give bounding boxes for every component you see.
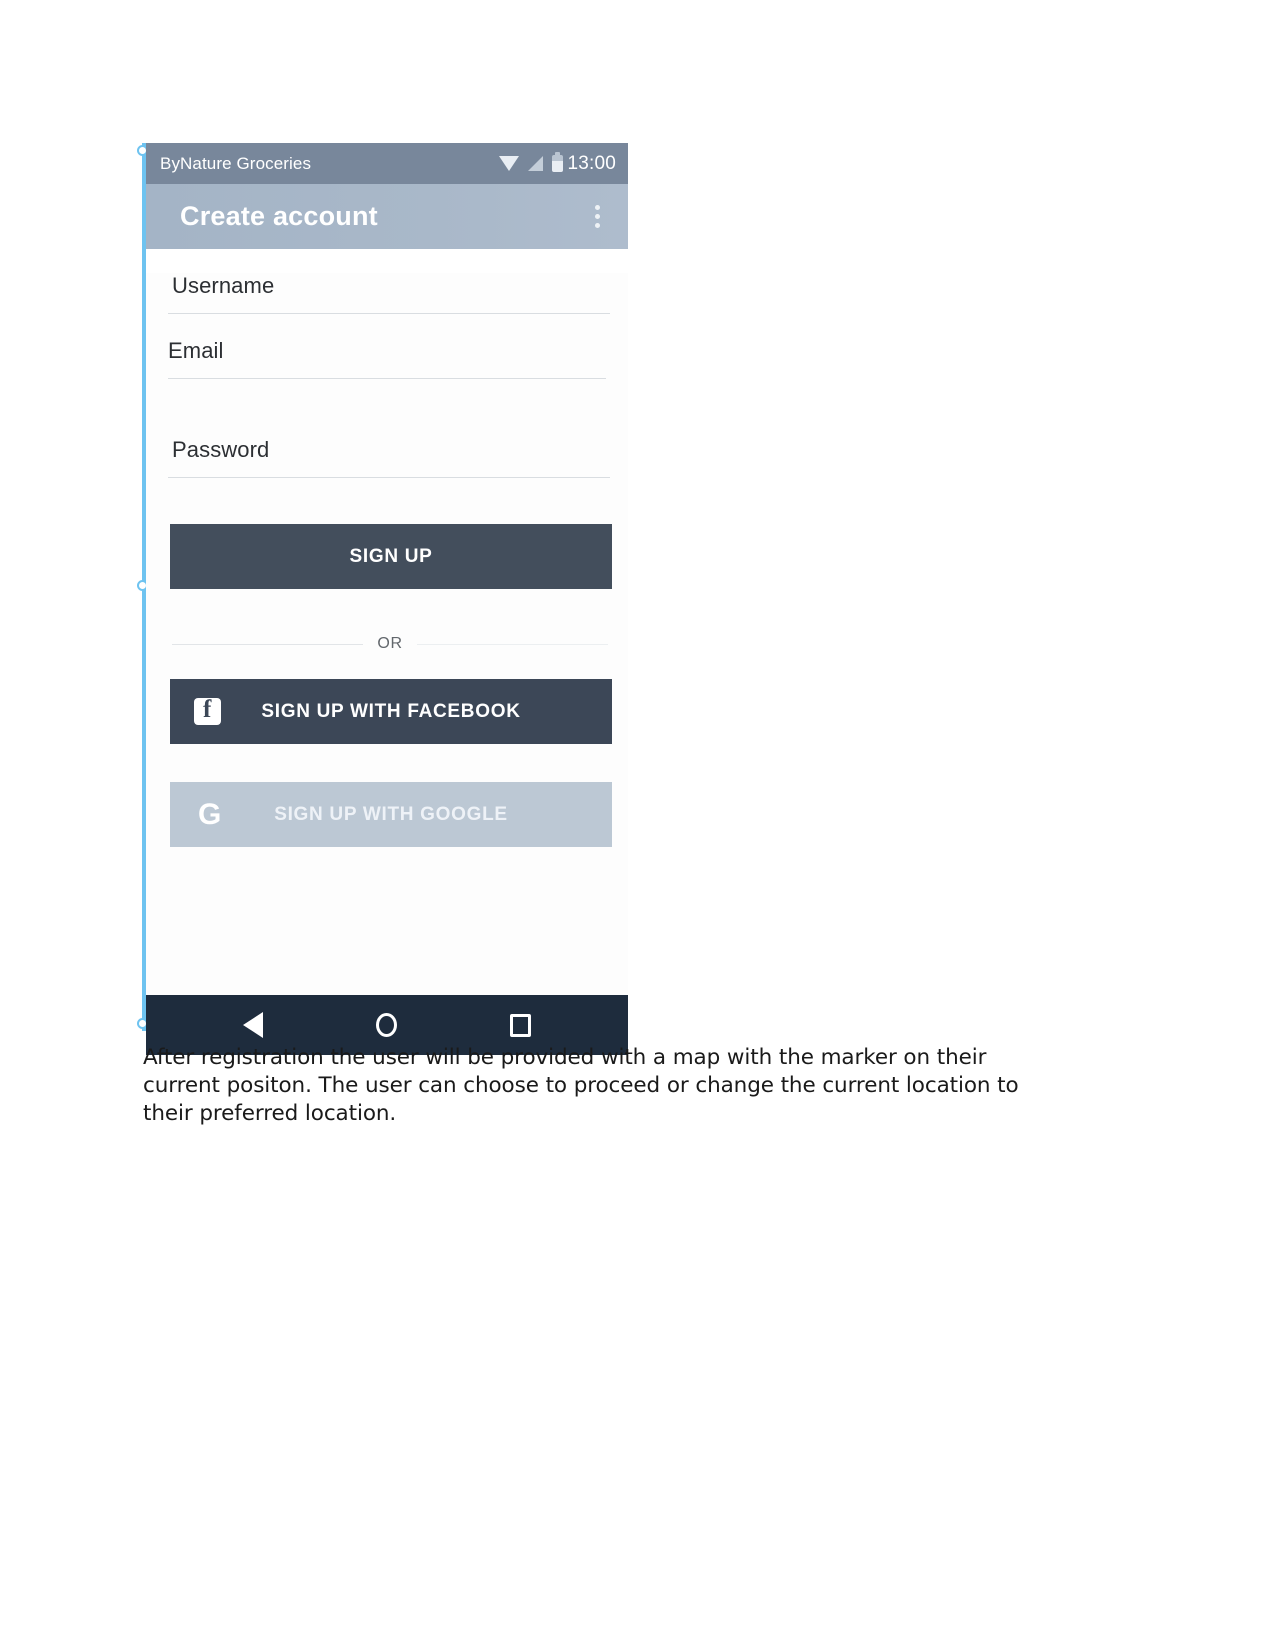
- username-input[interactable]: Username: [168, 273, 610, 314]
- recents-square-icon[interactable]: [510, 1013, 532, 1037]
- status-bar-app-name: ByNature Groceries: [160, 153, 312, 173]
- overflow-menu-icon[interactable]: [584, 205, 610, 228]
- wifi-icon: [499, 155, 520, 171]
- or-divider: OR: [172, 635, 609, 653]
- page-title: Create account: [180, 201, 378, 231]
- username-label: Username: [172, 273, 275, 298]
- app-bar: Create account: [146, 184, 628, 249]
- sign-up-button[interactable]: SIGN UP: [170, 524, 612, 589]
- email-label: Email: [168, 338, 224, 363]
- divider-rule-left: [172, 643, 364, 645]
- divider-rule-right: [416, 643, 609, 645]
- sign-up-with-google-label: SIGN UP WITH GOOGLE: [274, 803, 508, 825]
- password-input[interactable]: Password: [168, 437, 610, 478]
- sign-up-with-google-button[interactable]: G SIGN UP WITH GOOGLE: [170, 782, 612, 847]
- or-label: OR: [377, 635, 403, 652]
- home-circle-icon[interactable]: [375, 1013, 397, 1037]
- document-page: ByNature Groceries 13:00 Create account …: [0, 0, 1275, 1651]
- status-bar-icons: [499, 152, 564, 172]
- email-input[interactable]: Email: [168, 338, 606, 379]
- back-triangle-icon[interactable]: [242, 1012, 263, 1038]
- sign-up-with-facebook-label: SIGN UP WITH FACEBOOK: [261, 700, 521, 722]
- caption-paragraph: After registration the user will be prov…: [143, 1045, 1019, 1126]
- sign-up-with-facebook-button[interactable]: SIGN UP WITH FACEBOOK: [170, 679, 612, 744]
- phone-screenshot-object[interactable]: ByNature Groceries 13:00 Create account …: [137, 143, 628, 1055]
- password-label: Password: [172, 437, 270, 462]
- status-bar: ByNature Groceries 13:00: [146, 143, 628, 184]
- signal-icon: [528, 156, 544, 171]
- status-bar-clock: 13:00: [567, 152, 616, 174]
- battery-icon: [552, 152, 564, 172]
- sign-up-button-label: SIGN UP: [349, 545, 433, 567]
- signup-form: Username Email Password SIGN UP OR SIGN …: [146, 273, 628, 995]
